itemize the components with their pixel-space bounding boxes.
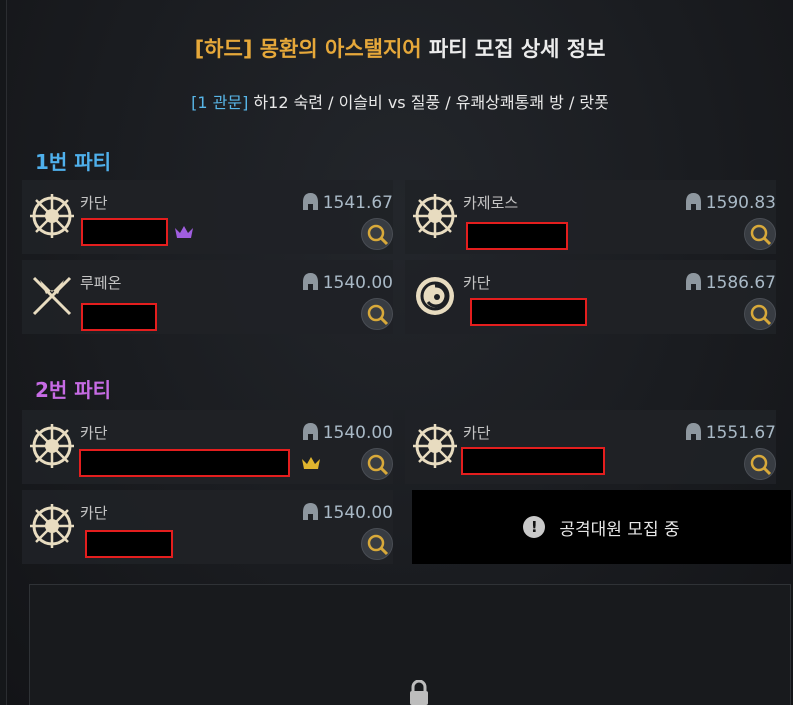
gate-label: [1 관문] <box>191 93 249 112</box>
sunburst-emblem-icon <box>30 194 74 238</box>
search-icon <box>367 454 389 476</box>
view-character-button[interactable] <box>361 528 393 560</box>
open-slot-label: 공격대원 모집 중 <box>559 519 680 540</box>
redacted-character-name <box>461 447 605 475</box>
helmet-icon <box>685 193 701 210</box>
party-2-member-3[interactable]: 카단 1540.00 <box>22 490 393 564</box>
party-1-member-4[interactable]: 카단 1586.67 <box>405 260 776 334</box>
redacted-character-name <box>81 218 168 246</box>
search-icon <box>750 304 772 326</box>
helmet-icon <box>302 273 318 290</box>
redacted-character-name <box>470 298 587 326</box>
item-level: 1540.00 <box>283 273 393 293</box>
party-1-member-1[interactable]: 카단 1541.67 <box>22 180 393 254</box>
class-name: 카단 <box>463 274 491 292</box>
crossed-blades-icon <box>32 276 72 316</box>
raid-subtitle: [1 관문] 하12 숙련 / 이슬비 vs 질풍 / 유쾌상쾌통쾌 방 / 랏… <box>7 89 793 113</box>
redacted-character-name <box>85 530 173 558</box>
party-1-member-2[interactable]: 카제로스 1590.83 <box>405 180 776 254</box>
lock-icon <box>410 680 428 705</box>
sunburst-emblem-icon <box>30 424 74 468</box>
title-text: 파티 모집 상세 정보 <box>428 37 606 61</box>
search-icon <box>750 224 772 246</box>
search-icon <box>367 534 389 556</box>
class-name: 카단 <box>80 504 108 522</box>
search-icon <box>750 454 772 476</box>
class-name: 루페온 <box>80 274 122 292</box>
class-name: 카단 <box>80 424 108 442</box>
sunburst-emblem-icon <box>413 194 457 238</box>
open-slot-recruiting[interactable]: ! 공격대원 모집 중 <box>412 490 791 564</box>
party-leader-crown-icon <box>175 226 193 238</box>
class-name: 카단 <box>463 424 491 442</box>
party-2-title: 2번 파티 <box>35 378 112 402</box>
class-name: 카단 <box>80 194 108 212</box>
page-title: [하드] 몽환의 아스탤지어 파티 모집 상세 정보 <box>7 33 793 63</box>
recruit-conditions: 하12 숙련 / 이슬비 vs 질풍 / 유쾌상쾌통쾌 방 / 랏폿 <box>253 93 609 112</box>
view-character-button[interactable] <box>361 298 393 330</box>
helmet-icon <box>302 193 318 210</box>
item-level: 1590.83 <box>666 193 776 213</box>
item-level: 1541.67 <box>283 193 393 213</box>
sunburst-emblem-icon <box>30 504 74 548</box>
raid-name: [하드] 몽환의 아스탤지어 <box>194 37 422 61</box>
alert-icon: ! <box>523 516 546 538</box>
item-level: 1540.00 <box>283 423 393 443</box>
view-character-button[interactable] <box>361 448 393 480</box>
helmet-icon <box>685 423 701 440</box>
redacted-character-name <box>79 449 290 477</box>
view-character-button[interactable] <box>361 218 393 250</box>
swirl-emblem-icon <box>416 277 454 315</box>
redacted-character-name <box>466 222 568 250</box>
item-level: 1551.67 <box>666 423 776 443</box>
sunburst-emblem-icon <box>413 424 457 468</box>
item-level: 1586.67 <box>666 273 776 293</box>
redacted-character-name <box>81 303 157 331</box>
party-1-member-3[interactable]: 루페온 1540.00 <box>22 260 393 334</box>
search-icon <box>367 224 389 246</box>
view-character-button[interactable] <box>744 218 776 250</box>
party-2-member-2[interactable]: 카단 1551.67 <box>405 410 776 484</box>
party-2-member-1[interactable]: 카단 1540.00 <box>22 410 393 484</box>
view-character-button[interactable] <box>744 298 776 330</box>
item-level: 1540.00 <box>283 503 393 523</box>
locked-section <box>29 584 791 705</box>
party-1-title: 1번 파티 <box>35 150 112 174</box>
class-name: 카제로스 <box>463 194 519 212</box>
helmet-icon <box>302 423 318 440</box>
search-icon <box>367 304 389 326</box>
party-leader-crown-icon <box>302 457 320 469</box>
helmet-icon <box>685 273 701 290</box>
view-character-button[interactable] <box>744 448 776 480</box>
helmet-icon <box>302 503 318 520</box>
party-detail-window: [하드] 몽환의 아스탤지어 파티 모집 상세 정보 [1 관문] 하12 숙련… <box>6 0 793 705</box>
